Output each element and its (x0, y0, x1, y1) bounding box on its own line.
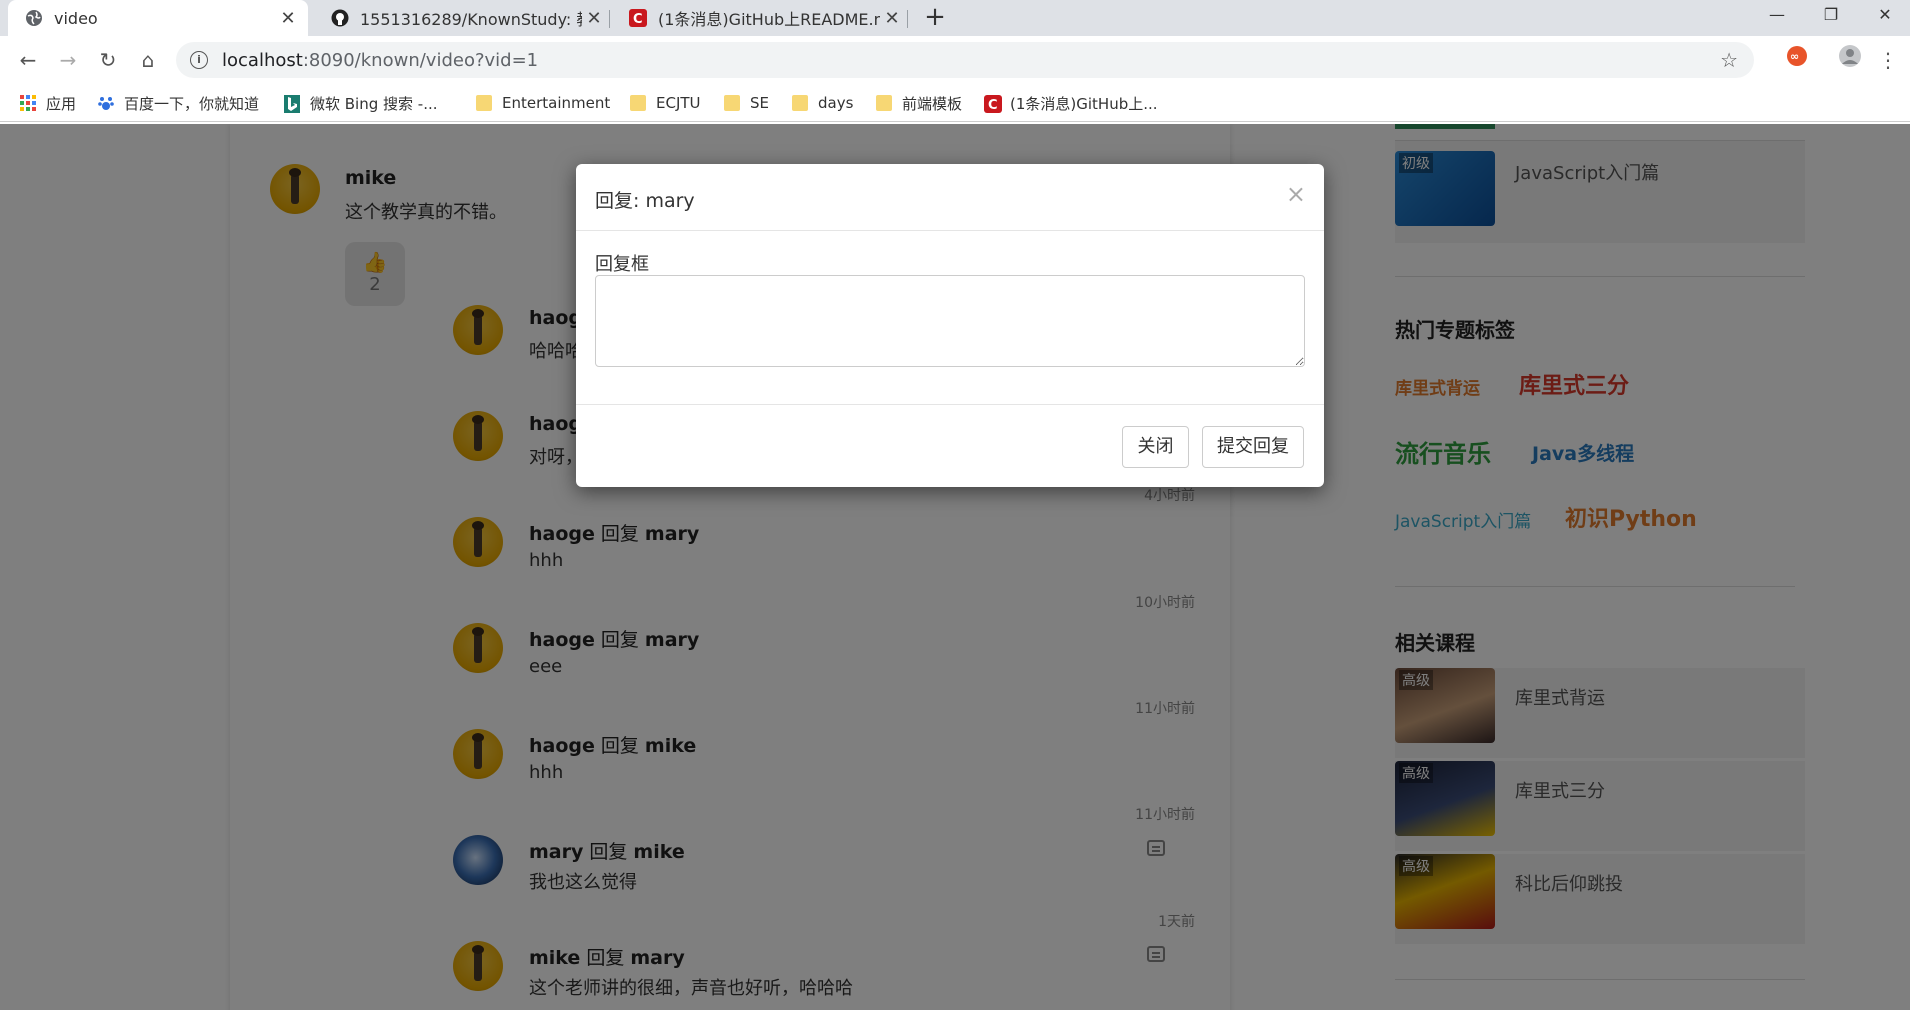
restore-icon[interactable]: ❐ (1808, 0, 1854, 30)
submit-reply-button[interactable]: 提交回复 (1202, 426, 1304, 468)
reload-icon[interactable]: ↻ (92, 44, 124, 76)
minimize-icon[interactable]: — (1754, 0, 1800, 30)
close-window-icon[interactable]: ✕ (1862, 0, 1908, 30)
home-icon[interactable]: ⌂ (132, 44, 164, 76)
bookmark-folder-ecjtu[interactable]: ECJTU (630, 92, 701, 114)
close-tab-icon[interactable]: ✕ (276, 8, 300, 29)
bookmark-bing[interactable]: 微软 Bing 搜索 -... (284, 92, 438, 114)
tab-video[interactable]: video ✕ (8, 0, 308, 36)
folder-icon (476, 95, 492, 111)
bookmark-apps[interactable]: 应用 (20, 92, 76, 114)
bookmark-label: (1条消息)GitHub上... (1010, 94, 1158, 113)
baidu-paw-icon (98, 95, 114, 111)
modal-footer-divider (576, 404, 1324, 405)
csdn-icon: C (628, 8, 648, 28)
bookmark-label: 前端模板 (902, 94, 963, 113)
reply-textarea[interactable] (595, 275, 1305, 367)
bookmark-folder-se[interactable]: SE (724, 92, 769, 114)
bookmark-csdn[interactable]: C (1条消息)GitHub上... (984, 92, 1158, 114)
tab-title: video (54, 8, 98, 28)
bookmark-folder-templates[interactable]: 前端模板 (876, 92, 962, 114)
tab-github[interactable]: 1551316289/KnownStudy: 教育 ✕ (314, 0, 614, 36)
browser-chrome: video ✕ 1551316289/KnownStudy: 教育 ✕ C (1… (0, 0, 1910, 124)
modal-header: 回复: mary × (576, 164, 1324, 231)
new-tab-icon[interactable]: + (920, 0, 950, 36)
close-icon[interactable]: × (1286, 180, 1306, 208)
apps-grid-icon (20, 95, 36, 111)
close-button[interactable]: 关闭 (1122, 426, 1189, 468)
svg-text:C: C (988, 98, 998, 113)
folder-icon (724, 95, 740, 111)
bookmark-label: ECJTU (656, 94, 701, 112)
bookmarks-bar: 应用 百度一下，你就知道 微软 Bing 搜索 -... Entertainme… (0, 84, 1910, 122)
folder-icon (630, 95, 646, 111)
folder-icon (876, 95, 892, 111)
tab-separator (609, 10, 610, 28)
extension-icon[interactable]: ∞ (1781, 44, 1813, 76)
bookmark-label: 微软 Bing 搜索 -... (310, 94, 438, 113)
tab-csdn[interactable]: C (1条消息)GitHub上README.md ✕ (612, 0, 912, 36)
folder-icon (792, 95, 808, 111)
tab-title: 1551316289/KnownStudy: 教育 (360, 10, 582, 29)
svg-text:∞: ∞ (1790, 50, 1799, 63)
bookmark-label: 百度一下，你就知道 (124, 94, 260, 113)
bing-icon (284, 95, 300, 113)
reply-modal: 回复: mary × 回复框 关闭 提交回复 (576, 164, 1324, 487)
forward-icon[interactable]: → (52, 44, 84, 76)
svg-text:C: C (633, 12, 643, 27)
browser-toolbar: ← → ↻ ⌂ i localhost:8090/known/video?vid… (0, 36, 1910, 84)
reply-label: 回复框 (595, 254, 649, 275)
bookmark-baidu[interactable]: 百度一下，你就知道 (98, 92, 259, 114)
modal-title: 回复: mary (595, 190, 695, 212)
csdn-icon: C (984, 95, 1002, 113)
bookmark-label: days (818, 94, 854, 112)
globe-icon (24, 8, 44, 28)
profile-avatar-icon[interactable] (1834, 44, 1866, 76)
url-text[interactable]: localhost:8090/known/video?vid=1 (222, 50, 538, 71)
back-icon[interactable]: ← (12, 44, 44, 76)
bookmark-label: Entertainment (502, 94, 611, 112)
github-icon (330, 8, 350, 28)
bookmark-label: SE (750, 94, 769, 112)
close-tab-icon[interactable]: ✕ (582, 8, 606, 29)
tab-separator (907, 10, 908, 28)
tab-strip: video ✕ 1551316289/KnownStudy: 教育 ✕ C (1… (0, 0, 1910, 36)
bookmark-label: 应用 (46, 94, 77, 113)
close-tab-icon[interactable]: ✕ (880, 8, 904, 29)
address-bar[interactable]: i localhost:8090/known/video?vid=1 ☆ (176, 42, 1754, 78)
tab-title: (1条消息)GitHub上README.md (658, 10, 880, 29)
bookmark-folder-entertainment[interactable]: Entertainment (476, 92, 610, 114)
info-icon[interactable]: i (190, 51, 208, 69)
bookmark-star-icon[interactable]: ☆ (1720, 48, 1738, 72)
menu-icon[interactable]: ⋮ (1872, 44, 1904, 76)
bookmark-folder-days[interactable]: days (792, 92, 853, 114)
